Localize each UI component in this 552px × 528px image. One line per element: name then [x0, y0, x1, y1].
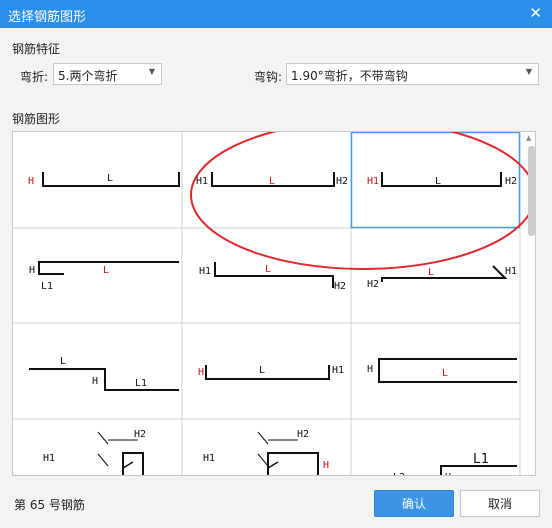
status-text: 第 65 号钢筋 [14, 498, 85, 512]
shape-cell-6[interactable] [381, 265, 508, 282]
close-icon[interactable]: ✕ [529, 4, 542, 22]
cell-5-label-l: L [265, 264, 271, 275]
cell-4-label-l: L [103, 265, 109, 276]
bend-label: 弯折: [20, 70, 49, 84]
cell-3-label-h2: H2 [505, 176, 517, 187]
cell-8-label-h1: H1 [332, 365, 344, 376]
cell-4-label-l1: L1 [41, 281, 53, 292]
cell-3-label-l: L [435, 176, 441, 187]
cell-12-label-l1: L1 [473, 452, 489, 467]
cell-8-label-l: L [259, 365, 265, 376]
cell-5-label-h1: H1 [199, 266, 211, 277]
hook-select-value: 1.90°弯折，不带弯钩 [291, 69, 408, 83]
shape-cell-8[interactable] [205, 365, 330, 380]
highlight-ring [190, 132, 535, 270]
bend-select[interactable]: 5.两个弯折 ▼ [53, 63, 162, 85]
chevron-down-icon: ▼ [525, 67, 532, 76]
cell-1-label-l: L [107, 173, 113, 184]
cell-4-label-h: H [29, 265, 35, 276]
cell-7-label-h: H [92, 376, 98, 387]
cell-11-label-h1: H1 [203, 453, 215, 464]
shape-cell-12[interactable] [440, 465, 517, 476]
scrollbar-thumb[interactable] [528, 146, 535, 236]
scroll-up-icon[interactable]: ▲ [526, 134, 531, 142]
cell-11-label-h: H [323, 460, 329, 471]
cell-11-label-h2: H2 [297, 429, 309, 440]
cell-3-label-h1: H1 [367, 176, 379, 187]
cancel-button[interactable]: 取消 [460, 490, 540, 517]
chevron-down-icon: ▼ [148, 67, 155, 76]
cell-2-label-h2: H2 [336, 176, 348, 187]
ok-button[interactable]: 确认 [374, 490, 454, 517]
cell-5-label-h2: H2 [334, 281, 346, 292]
cell-7-label-l: L [60, 356, 66, 367]
features-section-label: 钢筋特征 [12, 42, 61, 56]
cell-2-label-l: L [269, 176, 275, 187]
cell-12-label-l2: L2 [393, 472, 405, 476]
cell-7-label-l1: L1 [135, 378, 147, 389]
shape-cell-7[interactable] [29, 368, 179, 391]
hook-select[interactable]: 1.90°弯折，不带弯钩 ▼ [286, 63, 539, 85]
shapes-section-label: 钢筋图形 [12, 112, 61, 126]
shape-grid[interactable]: H L H1 L H2 H1 L H2 H L L1 H1 L H2 H2 L … [12, 131, 536, 476]
cell-10-label-h1: H1 [43, 453, 55, 464]
cell-9-label-l: L [442, 368, 448, 379]
cell-12-label-h: H [445, 472, 451, 476]
cell-6-label-h1: H1 [505, 266, 517, 277]
cell-2-label-h1: H1 [196, 176, 208, 187]
cell-1-label-h: H [28, 176, 34, 187]
window-title: 选择钢筋图形 [8, 10, 87, 25]
hook-label: 弯钩: [254, 70, 283, 84]
cell-9-label-h: H [367, 364, 373, 375]
grid-lines [13, 132, 521, 475]
cell-6-label-h2: H2 [367, 279, 379, 290]
cell-10-label-h2: H2 [134, 429, 146, 440]
cell-6-label-l: L [428, 267, 434, 278]
bend-select-value: 5.两个弯折 [58, 69, 118, 83]
cell-8-label-h: H [198, 367, 204, 378]
title-bar: 选择钢筋图形 ✕ [0, 0, 552, 28]
shape-cell-3[interactable] [381, 172, 502, 187]
